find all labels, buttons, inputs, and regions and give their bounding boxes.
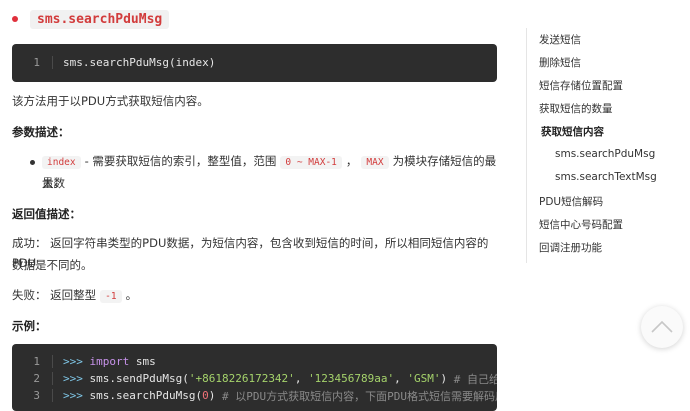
table-of-contents: 发送短信 删除短信 短信存储位置配置 获取短信的数量 获取短信内容 sms.se…: [526, 28, 677, 263]
code-import-keyword: import: [89, 355, 130, 368]
return-fail: 失败： 返回整型 -1。: [12, 285, 137, 307]
code-send-comment: # 自己给自己发送一条短信: [453, 372, 497, 386]
param-text-2: ，: [345, 154, 358, 168]
list-bullet-icon: [30, 160, 35, 165]
toc-item-search-text-msg[interactable]: sms.searchTextMsg: [555, 171, 657, 183]
code-search-close: ): [208, 389, 216, 402]
toc-item-get-content[interactable]: 获取短信内容: [541, 124, 604, 139]
line-number: 1: [12, 355, 53, 368]
code-import-module: sms: [135, 355, 156, 368]
line-number: 3: [12, 389, 53, 402]
param-text-1: - 需要获取短信的索引，整型值，范围: [84, 154, 277, 168]
code-prompt: >>>: [63, 355, 83, 368]
param-range-code: 0 ~ MAX-1: [280, 156, 342, 169]
toc-item-pdu-decode[interactable]: PDU短信解码: [539, 194, 603, 209]
return-fail-code: -1: [100, 290, 122, 303]
section-title-code: sms.searchPduMsg: [30, 9, 170, 29]
bullet-icon: [12, 16, 18, 22]
line-number: 2: [12, 372, 53, 385]
code-line: 1 sms.searchPduMsg(index): [12, 54, 497, 71]
signature-code-block[interactable]: 1 sms.searchPduMsg(index): [12, 44, 497, 82]
param-item: index - 需要获取短信的索引，整型值，范围 0 ~ MAX-1， MAX 为模块存…: [42, 151, 502, 193]
code-line: 1 >>> import sms: [12, 353, 497, 370]
method-description: 该方法用于以PDU方式获取短信内容。: [12, 94, 209, 108]
param-text-4: 量。: [42, 176, 65, 190]
return-success-line-2: 数据是不同的。: [12, 258, 93, 272]
param-max-code: MAX: [361, 156, 389, 169]
code-prompt: >>>: [63, 372, 83, 385]
toc-item-sms-count[interactable]: 获取短信的数量: [539, 101, 613, 116]
toc-item-storage-config[interactable]: 短信存储位置配置: [539, 78, 623, 93]
code-send-call: sms.sendPduMsg(: [89, 372, 189, 385]
code-send-arg3: 'GSM': [407, 372, 441, 385]
toc-item-callback[interactable]: 回调注册功能: [539, 240, 602, 255]
toc-item-search-pdu-msg[interactable]: sms.searchPduMsg: [555, 148, 655, 160]
toc-item-center-number[interactable]: 短信中心号码配置: [539, 217, 623, 232]
code-line: 3 >>> sms.searchPduMsg(0) # 以PDU方式获取短信内容…: [12, 387, 497, 404]
signature-text: sms.searchPduMsg(index): [63, 56, 216, 69]
doc-content: sms.searchPduMsg 1 sms.searchPduMsg(inde…: [0, 0, 510, 411]
code-search-arg: 0: [202, 389, 209, 402]
code-send-arg1: '+8618226172342': [188, 372, 295, 385]
toc-item-delete-sms[interactable]: 删除短信: [539, 55, 581, 70]
example-code-block[interactable]: 1 >>> import sms 2 >>> sms.sendPduMsg('+…: [12, 344, 497, 411]
code-line: 2 >>> sms.sendPduMsg('+8618226172342', '…: [12, 370, 497, 387]
back-to-top-button[interactable]: [641, 306, 683, 348]
example-heading: 示例：: [12, 319, 47, 333]
line-number: 1: [12, 56, 53, 69]
return-heading: 返回值描述：: [12, 207, 81, 221]
return-fail-suffix: 。: [125, 288, 138, 302]
code-search-call: sms.searchPduMsg(: [89, 389, 203, 402]
code-send-arg2: '123456789aa': [308, 372, 395, 385]
code-prompt: >>>: [63, 389, 83, 402]
return-fail-prefix: 失败： 返回整型: [12, 288, 97, 302]
param-name-code: index: [42, 156, 81, 169]
code-send-close: ): [440, 372, 448, 385]
toc-item-send-sms[interactable]: 发送短信: [539, 32, 581, 47]
chevron-up-icon: [651, 320, 673, 333]
code-search-comment: # 以PDU方式获取短信内容，下面PDU格式短信需要解码后才能正常显示短信内容: [221, 389, 497, 403]
section-title: sms.searchPduMsg: [12, 8, 170, 30]
params-heading: 参数描述：: [12, 125, 70, 139]
